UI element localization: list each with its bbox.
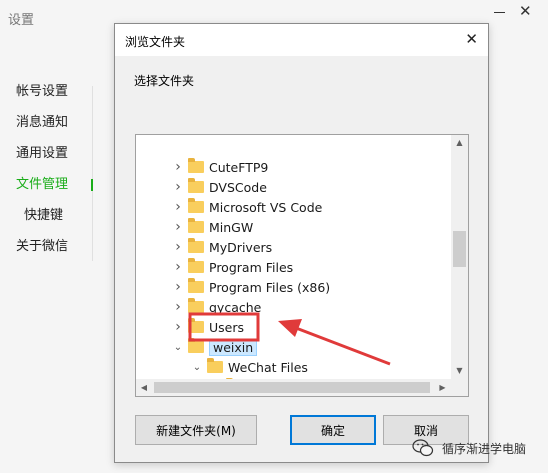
sidebar-item-file-management[interactable]: 文件管理 bbox=[16, 175, 96, 206]
settings-sidebar: 帐号设置 消息通知 通用设置 文件管理 快捷键 关于微信 bbox=[16, 82, 96, 268]
scroll-down-icon[interactable]: ▼ bbox=[451, 363, 468, 379]
tree-item[interactable]: › Users bbox=[172, 317, 244, 337]
tree-item[interactable]: › CuteFTP9 bbox=[172, 157, 268, 177]
tree-item-label: Microsoft VS Code bbox=[209, 199, 323, 215]
wechat-logo-icon bbox=[412, 439, 434, 457]
tree-item-label: DVSCode bbox=[209, 179, 267, 195]
chevron-right-icon[interactable]: › bbox=[172, 259, 184, 275]
chevron-right-icon[interactable]: › bbox=[172, 159, 184, 175]
tree-item-label: weixin bbox=[209, 338, 258, 356]
folder-icon bbox=[207, 358, 223, 373]
folder-icon bbox=[188, 218, 204, 233]
tree-item-label: Program Files (x86) bbox=[209, 279, 331, 295]
dialog-title: 浏览文件夹 bbox=[125, 35, 186, 49]
tree-item-label: Users bbox=[209, 319, 245, 335]
folder-icon bbox=[188, 258, 204, 273]
tree-item-label: CuteFTP9 bbox=[209, 159, 269, 175]
tree-item-label: WeChat Files bbox=[228, 359, 308, 375]
settings-window-title: 设置 bbox=[8, 13, 35, 28]
tree-item[interactable]: › qycache bbox=[172, 297, 261, 317]
chevron-right-icon[interactable]: › bbox=[172, 299, 184, 315]
new-folder-button[interactable]: 新建文件夹(M) bbox=[135, 415, 257, 445]
ok-button[interactable]: 确定 bbox=[290, 415, 376, 445]
chevron-right-icon[interactable]: › bbox=[172, 279, 184, 295]
active-indicator bbox=[91, 179, 93, 191]
chevron-right-icon[interactable]: › bbox=[172, 319, 184, 335]
chevron-right-icon[interactable]: › bbox=[172, 239, 184, 255]
sidebar-item-notifications[interactable]: 消息通知 bbox=[16, 113, 96, 144]
folder-icon bbox=[188, 158, 204, 173]
folder-tree[interactable]: › CuteFTP9 › DVSCode › Microsoft VS Code › MinG… bbox=[135, 134, 469, 397]
watermark-text: 循序渐进学电脑 bbox=[442, 441, 527, 456]
folder-icon bbox=[188, 278, 204, 293]
sidebar-item-general[interactable]: 通用设置 bbox=[16, 144, 96, 175]
dialog-instruction: 选择文件夹 bbox=[134, 74, 195, 88]
tree-item-label: Program Files bbox=[209, 259, 294, 275]
tree-item[interactable]: ⌄ WeChat Files bbox=[191, 357, 308, 377]
chevron-right-icon[interactable]: › bbox=[172, 219, 184, 235]
sidebar-item-about[interactable]: 关于微信 bbox=[16, 237, 96, 268]
minimize-icon[interactable] bbox=[494, 12, 505, 13]
vertical-scroll-thumb[interactable] bbox=[453, 231, 466, 267]
folder-icon bbox=[188, 178, 204, 193]
chevron-right-icon[interactable]: › bbox=[172, 179, 184, 195]
watermark: 循序渐进学电脑 bbox=[412, 438, 526, 458]
folder-icon bbox=[188, 298, 204, 313]
horizontal-scroll-thumb[interactable] bbox=[154, 382, 430, 393]
sidebar-item-shortcuts[interactable]: 快捷键 bbox=[16, 206, 96, 237]
tree-rows: › CuteFTP9 › DVSCode › Microsoft VS Code › MinG… bbox=[136, 135, 453, 379]
scroll-right-icon[interactable]: ▶ bbox=[434, 379, 451, 396]
tree-item[interactable]: › Microsoft VS Code bbox=[172, 197, 322, 217]
chevron-down-icon[interactable]: ⌄ bbox=[191, 362, 203, 373]
sidebar-item-account[interactable]: 帐号设置 bbox=[16, 82, 96, 113]
tree-item[interactable]: › MinGW bbox=[172, 217, 253, 237]
scrollbar-corner bbox=[453, 379, 468, 396]
chevron-down-icon[interactable]: ⌄ bbox=[172, 342, 184, 353]
horizontal-scrollbar[interactable]: ◀ ▶ bbox=[136, 379, 453, 396]
tree-item[interactable]: › MyDrivers bbox=[172, 237, 272, 257]
scroll-up-icon[interactable]: ▲ bbox=[451, 135, 468, 151]
sidebar-divider bbox=[92, 86, 93, 261]
scroll-left-icon[interactable]: ◀ bbox=[136, 379, 152, 396]
tree-item-label: MinGW bbox=[209, 219, 254, 235]
close-icon[interactable]: ✕ bbox=[519, 2, 532, 20]
vertical-scrollbar[interactable]: ▲ ▼ bbox=[451, 135, 468, 379]
tree-item-label: MyDrivers bbox=[209, 239, 273, 255]
dialog-titlebar: 浏览文件夹 ✕ bbox=[115, 24, 488, 56]
close-icon[interactable]: ✕ bbox=[465, 30, 478, 48]
browse-folder-dialog: 浏览文件夹 ✕ 选择文件夹 › CuteFTP9 › DVSCode › Microsof… bbox=[114, 23, 489, 463]
chevron-right-icon[interactable]: › bbox=[172, 199, 184, 215]
tree-item-label: qycache bbox=[209, 299, 262, 315]
tree-item[interactable]: ⌄ weixin bbox=[172, 337, 258, 357]
folder-icon bbox=[188, 238, 204, 253]
tree-item[interactable]: › DVSCode bbox=[172, 177, 267, 197]
folder-icon bbox=[188, 318, 204, 333]
tree-item[interactable]: › Program Files (x86) bbox=[172, 277, 330, 297]
tree-item[interactable]: › Program Files bbox=[172, 257, 293, 277]
folder-icon bbox=[188, 198, 204, 213]
folder-icon bbox=[188, 338, 204, 353]
